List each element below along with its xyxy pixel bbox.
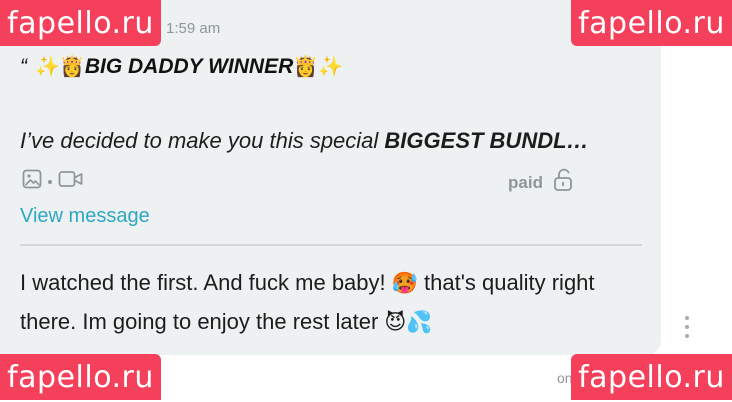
view-message-link[interactable]: View message (20, 205, 150, 228)
watermark-bottom-left: fapello.ru (0, 354, 161, 400)
hot-face-emoji: 🥵 (391, 272, 418, 295)
paid-label: paid (508, 172, 543, 192)
sparkle-princess-emoji: ✨👸 (35, 56, 85, 78)
message-title: “ ✨👸BIG DADDY WINNER👸✨ (20, 54, 343, 79)
message-preview: I’ve decided to make you this special BI… (20, 128, 645, 154)
watermark-top-right: fapello.ru (571, 0, 732, 46)
watermark-top-left: fapello.ru (0, 0, 161, 46)
princess-sparkle-emoji: 👸✨ (293, 56, 344, 78)
divider (20, 244, 642, 246)
reply-text: I watched the first. And fuck me baby! 🥵… (20, 264, 645, 342)
image-icon (22, 169, 42, 194)
message-preview-text: I’ve decided to make you this special (20, 128, 385, 153)
media-type-icons (22, 169, 84, 194)
paid-status: paid (508, 168, 573, 197)
unlock-icon (553, 168, 573, 197)
title-quote: “ (20, 55, 27, 78)
devil-sweat-emoji: 😈💦 (384, 311, 433, 334)
video-icon (58, 169, 84, 194)
watermark-bottom-right: fapello.ru (571, 354, 732, 400)
title-text: BIG DADDY WINNER (84, 55, 294, 78)
message-timestamp: 1:59 am (166, 20, 221, 37)
message-bubble: 1:59 am “ ✨👸BIG DADDY WINNER👸✨ I’ve decid… (0, 0, 661, 355)
separator-dot (48, 179, 52, 184)
more-options-icon[interactable] (683, 316, 691, 338)
message-preview-bold: BIGGEST BUNDL… (384, 128, 589, 153)
reply-text-part1: I watched the first. And fuck me baby! (20, 270, 392, 295)
